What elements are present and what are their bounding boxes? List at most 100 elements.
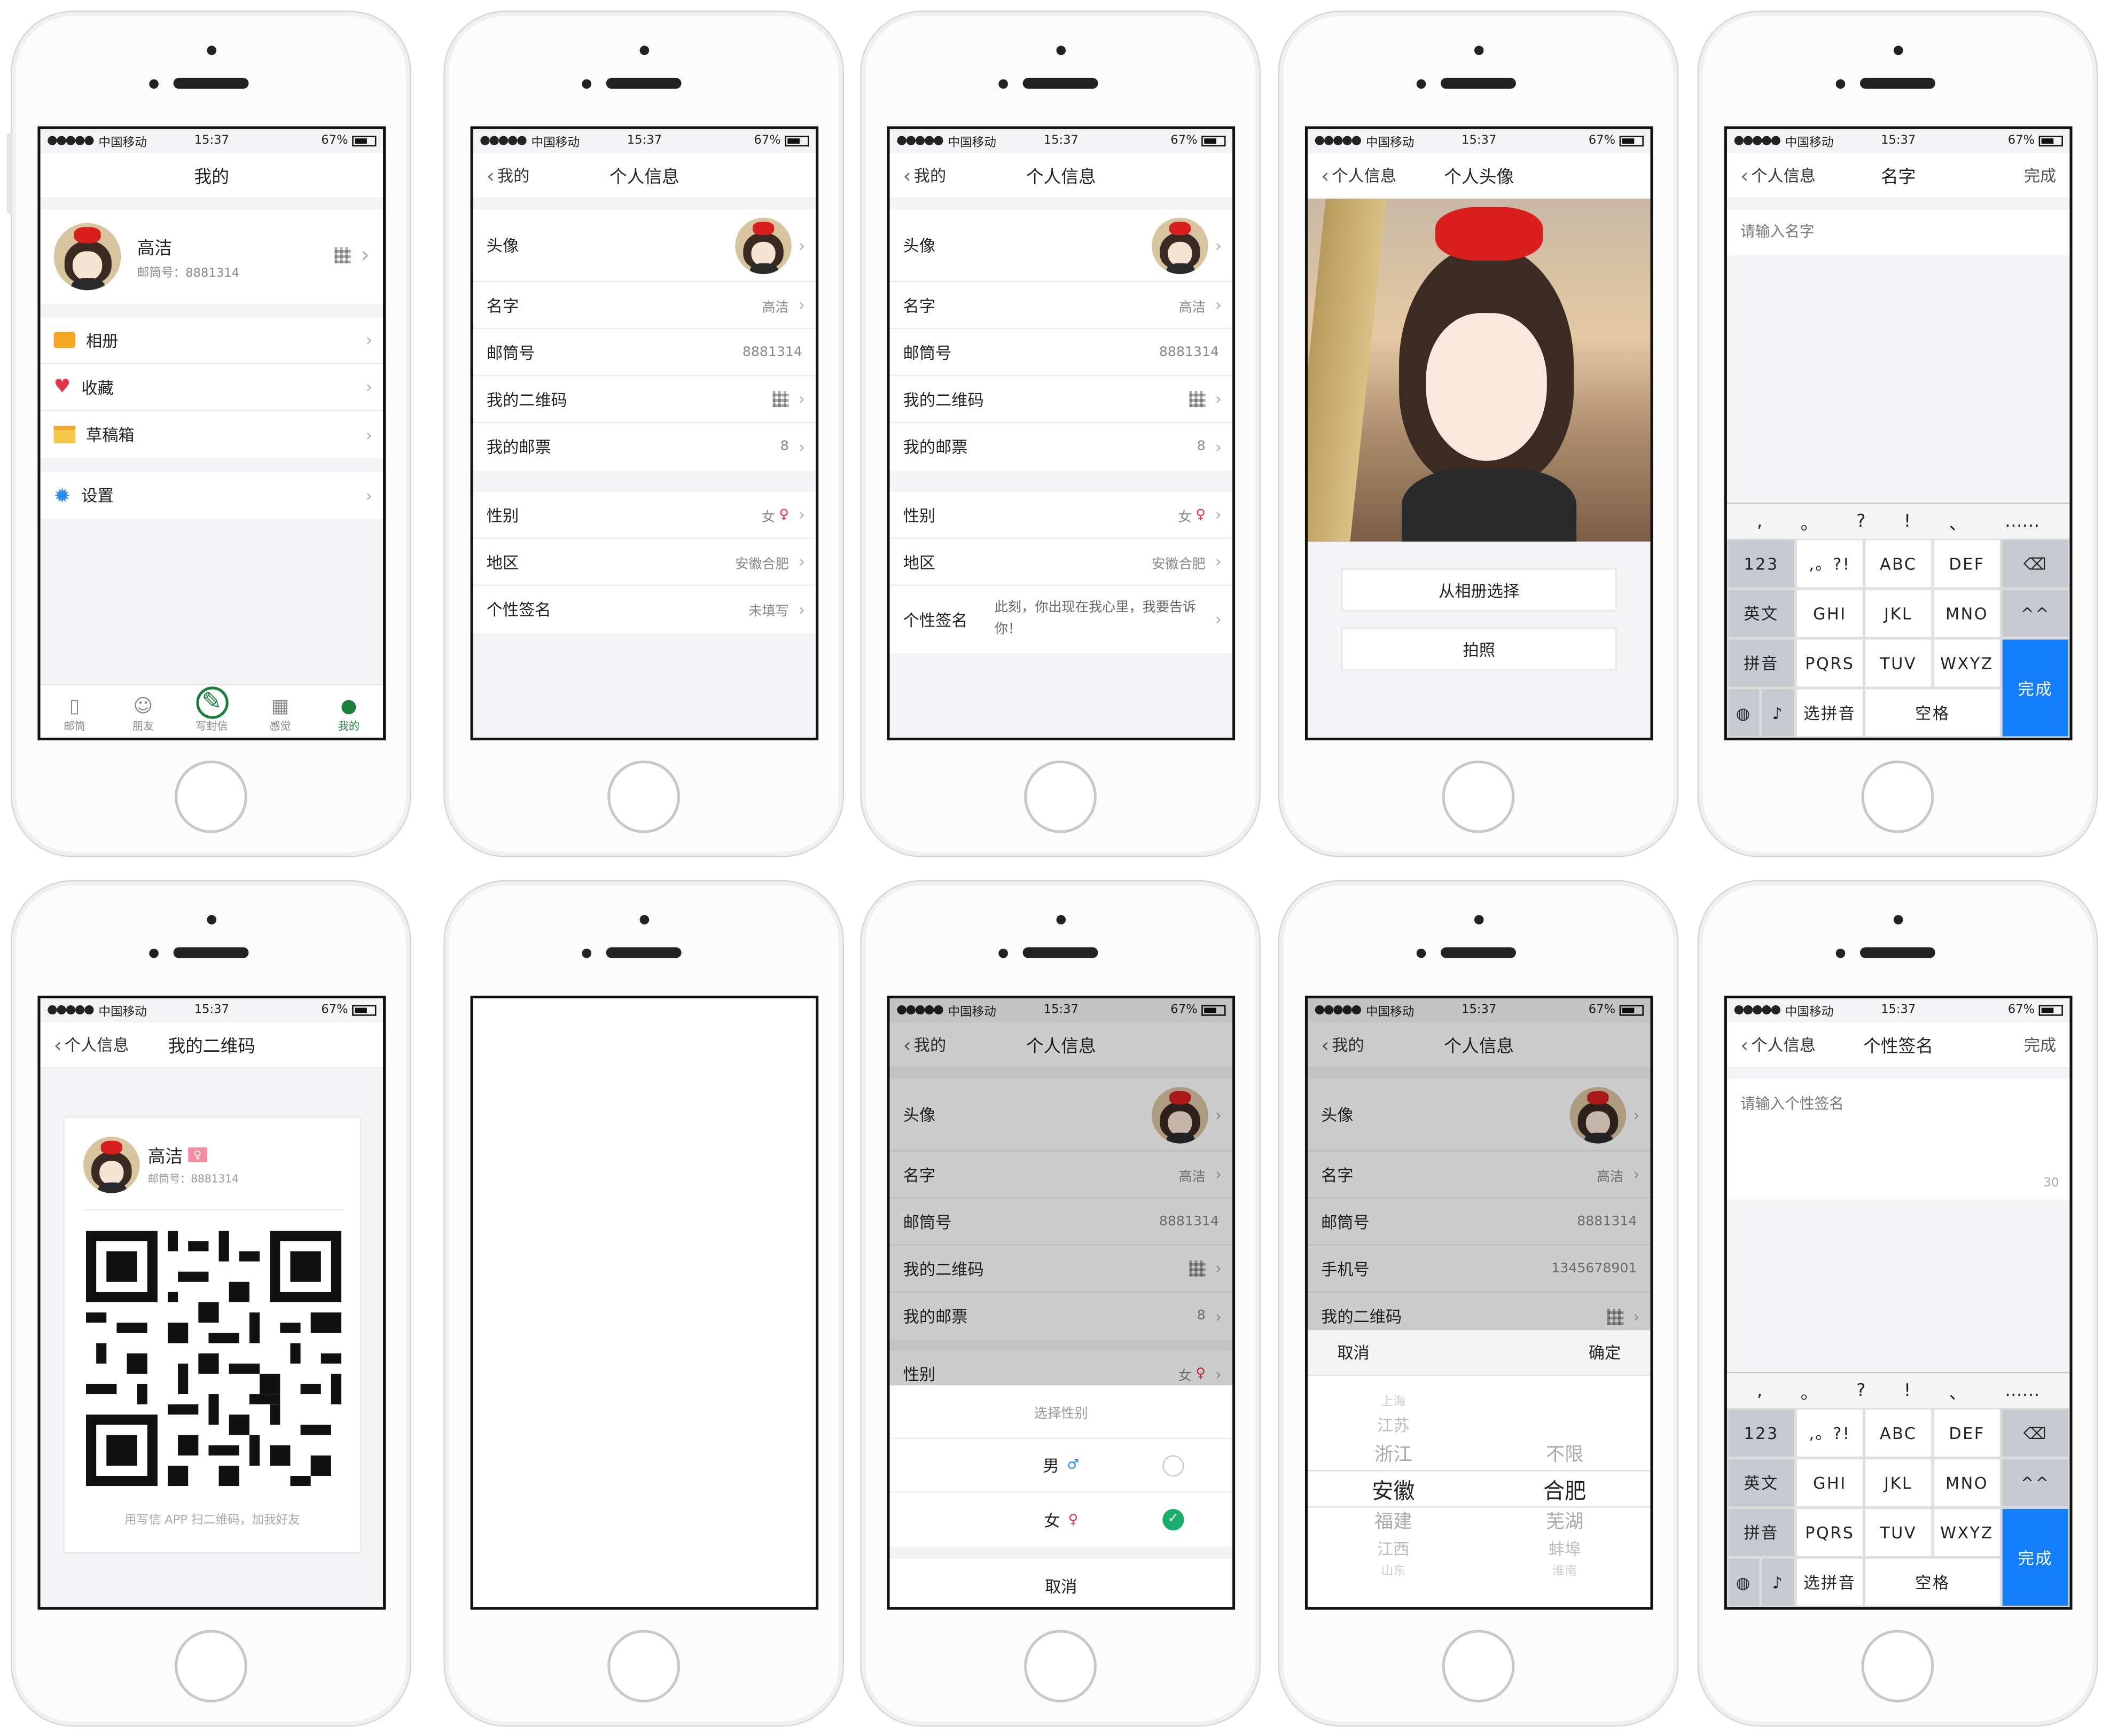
back-button[interactable]: ‹ 个人信息: [54, 1033, 129, 1057]
row-signature[interactable]: 个性签名 未填写 ›: [473, 586, 816, 633]
key-select-pinyin[interactable]: 选拼音: [1795, 1557, 1864, 1607]
tab-write[interactable]: ✎ 写封信: [177, 685, 246, 738]
backspace-key[interactable]: ⌫: [2001, 1408, 2070, 1458]
done-button[interactable]: 完成: [2024, 1033, 2056, 1056]
key-123[interactable]: 123: [1726, 1408, 1796, 1458]
key-pinyin[interactable]: 拼音: [1726, 1507, 1796, 1558]
row-name[interactable]: 名字 高洁 ›: [889, 282, 1233, 330]
key-ghi[interactable]: GHI: [1795, 588, 1864, 638]
menu-item-favorites[interactable]: ♥ 收藏 ›: [40, 364, 384, 411]
home-button[interactable]: [1024, 1630, 1097, 1703]
home-button[interactable]: [175, 1630, 247, 1703]
keyboard-done-button[interactable]: 完成: [2001, 638, 2070, 738]
punct-key[interactable]: ,: [1757, 1381, 1762, 1401]
tab-me[interactable]: ● 我的: [315, 685, 383, 738]
menu-item-settings[interactable]: ✹ 设置 ›: [40, 472, 383, 519]
home-button[interactable]: [607, 1630, 681, 1703]
key-punct[interactable]: ,。?!: [1795, 1408, 1864, 1458]
name-input[interactable]: [1726, 209, 2070, 255]
province-wheel[interactable]: 上海 江苏 浙江 安徽 福建 江西 山东: [1308, 1384, 1479, 1607]
home-button[interactable]: [175, 760, 247, 833]
key-pqrs[interactable]: PQRS: [1795, 638, 1864, 688]
punct-key[interactable]: 。: [1801, 1378, 1818, 1404]
back-button[interactable]: ‹ 个人信息: [1740, 163, 1816, 187]
punct-key[interactable]: 。: [1801, 509, 1818, 534]
picker-confirm-button[interactable]: 确定: [1589, 1341, 1621, 1364]
key-abc[interactable]: ABC: [1864, 538, 1933, 589]
globe-key[interactable]: ◍: [1726, 687, 1761, 738]
avatar[interactable]: [53, 223, 121, 291]
key-tuv[interactable]: TUV: [1864, 1507, 1933, 1558]
mic-key[interactable]: ♪: [1760, 1557, 1796, 1607]
key-punct[interactable]: ,。?!: [1795, 538, 1864, 589]
punct-key[interactable]: 、: [1949, 509, 1967, 534]
row-gender[interactable]: 性别女 ♀ ›: [889, 492, 1233, 539]
row-name[interactable]: 名字 高洁 ›: [473, 282, 816, 330]
space-key[interactable]: 空格: [1864, 687, 2002, 738]
row-avatar[interactable]: 头像 ›: [889, 209, 1233, 283]
key-mno[interactable]: MNO: [1932, 588, 2002, 638]
key-wxyz[interactable]: WXYZ: [1932, 638, 2002, 688]
tab-friends[interactable]: ☺ 朋友: [109, 685, 177, 738]
punct-key[interactable]: ……: [2005, 1381, 2039, 1401]
mic-key[interactable]: ♪: [1760, 687, 1796, 738]
cancel-button[interactable]: 取消: [889, 1558, 1233, 1607]
key-english[interactable]: 英文: [1726, 588, 1796, 638]
home-button[interactable]: [1442, 1630, 1515, 1703]
back-button[interactable]: ‹ 个人信息: [1321, 163, 1396, 187]
space-key[interactable]: 空格: [1864, 1557, 2002, 1607]
key-pqrs[interactable]: PQRS: [1795, 1507, 1864, 1558]
back-button[interactable]: ‹ 我的: [903, 163, 947, 187]
globe-key[interactable]: ◍: [1726, 1557, 1761, 1607]
menu-item-drafts[interactable]: 草稿箱 ›: [40, 411, 383, 458]
back-button[interactable]: ‹ 我的: [487, 163, 530, 187]
key-pinyin[interactable]: 拼音: [1726, 638, 1796, 688]
key-english[interactable]: 英文: [1726, 1458, 1796, 1508]
key-mno[interactable]: MNO: [1932, 1458, 2002, 1508]
punct-key[interactable]: ,: [1757, 511, 1762, 531]
key-tuv[interactable]: TUV: [1864, 638, 1933, 688]
take-photo-button[interactable]: 拍照: [1341, 627, 1617, 671]
row-signature[interactable]: 个性签名 此刻，你出现在我心里，我要告诉你！ ›: [890, 586, 1233, 653]
row-gender[interactable]: 性别女 ♀ ›: [473, 492, 816, 539]
punct-key[interactable]: ?: [1856, 511, 1865, 531]
back-button[interactable]: ‹ 个人信息: [1740, 1033, 1816, 1057]
home-button[interactable]: [1861, 1630, 1934, 1703]
home-button[interactable]: [1024, 760, 1097, 833]
choose-from-album-button[interactable]: 从相册选择: [1341, 568, 1617, 612]
punct-key[interactable]: !: [1904, 511, 1911, 531]
emoji-key[interactable]: ^^: [2001, 588, 2070, 638]
key-wxyz[interactable]: WXYZ: [1932, 1507, 2002, 1558]
key-ghi[interactable]: GHI: [1795, 1458, 1864, 1508]
home-button[interactable]: [1442, 760, 1515, 833]
row-stamps[interactable]: 我的邮票 8 ›: [890, 423, 1233, 470]
city-wheel[interactable]: 不限 合肥 芜湖 蚌埠 淮南: [1479, 1384, 1651, 1607]
option-female[interactable]: 女 ♀ ✓: [889, 1492, 1233, 1547]
menu-item-album[interactable]: 相册 ›: [40, 317, 384, 364]
option-male[interactable]: 男 ♂: [889, 1439, 1233, 1493]
backspace-key[interactable]: ⌫: [2001, 538, 2070, 589]
emoji-key[interactable]: ^^: [2001, 1458, 2070, 1508]
key-abc[interactable]: ABC: [1864, 1408, 1933, 1458]
key-jkl[interactable]: JKL: [1864, 1458, 1933, 1508]
punct-key[interactable]: ?: [1856, 1381, 1865, 1401]
tab-feelings[interactable]: ▦ 感觉: [246, 685, 314, 738]
key-jkl[interactable]: JKL: [1864, 588, 1933, 638]
punct-key[interactable]: !: [1904, 1381, 1911, 1401]
key-123[interactable]: 123: [1726, 538, 1796, 589]
picker-cancel-button[interactable]: 取消: [1337, 1341, 1369, 1364]
row-region[interactable]: 地区 安徽合肥 ›: [889, 539, 1233, 586]
punct-key[interactable]: ……: [2005, 511, 2039, 531]
done-button[interactable]: 完成: [2024, 164, 2056, 187]
punct-key[interactable]: 、: [1949, 1378, 1967, 1404]
home-button[interactable]: [607, 760, 681, 833]
key-def[interactable]: DEF: [1932, 1408, 2002, 1458]
home-button[interactable]: [1861, 760, 1934, 833]
row-qr-code[interactable]: 我的二维码 ›: [889, 376, 1233, 424]
key-select-pinyin[interactable]: 选拼音: [1795, 687, 1864, 738]
row-stamps[interactable]: 我的邮票 8 ›: [473, 423, 816, 470]
row-qr-code[interactable]: 我的二维码 ›: [473, 376, 816, 424]
keyboard-done-button[interactable]: 完成: [2001, 1507, 2070, 1607]
row-region[interactable]: 地区 安徽合肥 ›: [473, 539, 816, 586]
signature-textarea[interactable]: [1726, 1078, 2070, 1200]
